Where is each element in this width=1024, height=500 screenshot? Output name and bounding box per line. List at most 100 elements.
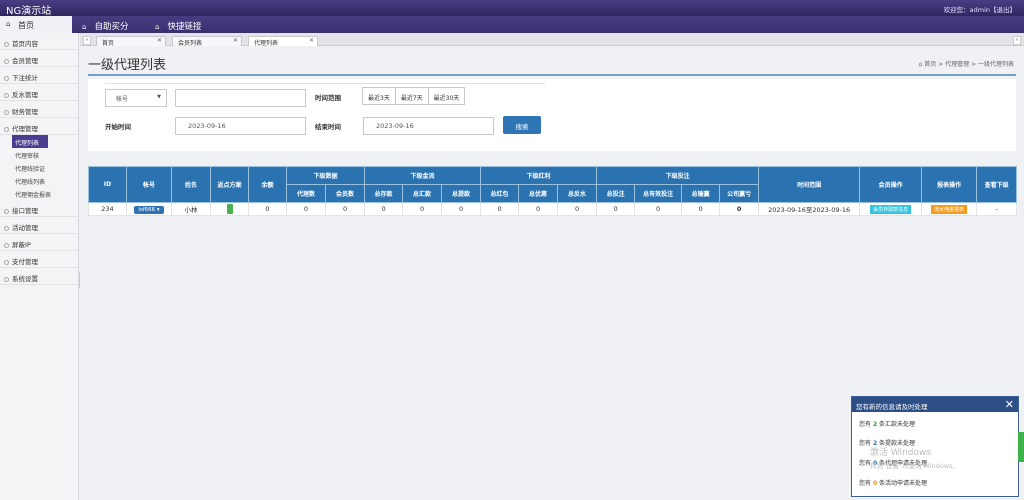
- sidebar-item-api[interactable]: 接口管理: [0, 200, 78, 217]
- notification-header: 您有新的信息请及时处理 ✕: [852, 397, 1018, 412]
- col-header-id: ID: [88, 166, 127, 203]
- sidebar-item-bet-stats[interactable]: 下注统计: [0, 67, 78, 84]
- keyword-input[interactable]: [175, 89, 306, 107]
- cell-bets: 0: [596, 202, 636, 216]
- welcome-text[interactable]: 欢迎您：admin【退出】: [944, 4, 1016, 14]
- sidebar-item-label: 屏蔽IP: [12, 241, 31, 249]
- col-header-member-ops: 会员操作: [859, 166, 923, 203]
- sidebar-subitem-agent-verify[interactable]: 代理线验证: [0, 161, 78, 174]
- tab-scroll-right-icon[interactable]: »: [1013, 36, 1021, 45]
- col-header-view-sub: 查看下级: [976, 166, 1018, 203]
- cell-view-sub: -: [976, 202, 1018, 216]
- circle-icon: [4, 110, 9, 115]
- nav-label: 快捷链接: [167, 22, 202, 32]
- col-group-sub-funds: 下级金流: [364, 166, 482, 185]
- circle-icon: [4, 127, 9, 132]
- cell-deposit: 0: [364, 202, 404, 216]
- close-icon[interactable]: ✕: [1005, 398, 1014, 411]
- account-dropdown-button[interactable]: lsf666 ▾: [134, 205, 164, 214]
- sidebar-item-label: 支付管理: [12, 258, 38, 266]
- breadcrumb-item[interactable]: 首页: [924, 61, 936, 68]
- close-icon[interactable]: ✕: [309, 37, 314, 44]
- cell-agents: 0: [286, 202, 326, 216]
- sidebar-item-settings[interactable]: 系统设置: [0, 268, 78, 285]
- cell-rebate: 0: [557, 202, 598, 216]
- nav-quick-links[interactable]: ⌂ 快捷链接: [155, 20, 201, 32]
- windows-activation-hint: 转到"设置"以激活 Windows。: [870, 462, 960, 470]
- chevron-down-icon: ▾: [156, 206, 160, 213]
- cell-account: lsf666 ▾: [126, 202, 172, 216]
- rebate-plan-button[interactable]: [226, 204, 233, 214]
- search-button[interactable]: 搜索: [503, 116, 541, 134]
- sidebar: 首页内容 会员管理 下注统计 反水管理 财务管理 代理管理 代理列表 代理审核 …: [0, 33, 79, 500]
- start-time-label: 开始时间: [105, 123, 131, 131]
- tab-member-list[interactable]: 会员列表 ✕: [172, 36, 242, 47]
- windows-activation-watermark: 激活 Windows: [870, 448, 932, 458]
- sidebar-subitem-agent-lines[interactable]: 代理线列表: [0, 174, 78, 187]
- notification-text: 您有: [859, 421, 872, 428]
- tab-agent-list[interactable]: 代理列表 ✕: [248, 36, 318, 47]
- col-header-promo: 总优惠: [518, 184, 559, 203]
- sidebar-item-finance[interactable]: 财务管理: [0, 101, 78, 118]
- tab-scroll-left-icon[interactable]: «: [83, 36, 91, 45]
- sidebar-item-activities[interactable]: 活动管理: [0, 217, 78, 234]
- start-date-input[interactable]: 2023-09-16: [175, 117, 306, 135]
- home-icon: ⌂: [6, 20, 11, 28]
- circle-icon: [4, 226, 9, 231]
- search-panel: 帐号 ▼ 时间范围 最近3天 最近7天 最近30天 开始时间 2023-09-1…: [88, 79, 1016, 151]
- sidebar-item-agents[interactable]: 代理管理: [0, 118, 78, 135]
- nav-self-buy[interactable]: ⌂ 自助买分: [82, 20, 128, 32]
- home-icon: ⌂: [82, 23, 87, 31]
- cell-remit: 0: [402, 202, 443, 216]
- chevron-down-icon: ▼: [157, 94, 161, 100]
- time-range-label: 时间范围: [315, 94, 341, 102]
- cell-members: 0: [324, 202, 366, 216]
- table-row: 234 lsf666 ▾ 小林 0 0 0 0 0 0 0 0 0 0 0 0 …: [88, 202, 1018, 216]
- nav-home-label: 首页: [18, 21, 34, 30]
- title-divider: [88, 74, 1016, 76]
- range-7-days-button[interactable]: 最近7天: [394, 87, 429, 105]
- sidebar-subitem-agent-list[interactable]: 代理列表: [12, 135, 48, 148]
- account-label: lsf666: [138, 206, 156, 213]
- col-header-members: 会员数: [324, 184, 366, 203]
- tab-home[interactable]: 首页 ✕: [96, 36, 166, 47]
- field-select-value: 帐号: [116, 96, 129, 103]
- close-icon[interactable]: ✕: [157, 37, 162, 44]
- circle-icon: [4, 76, 9, 81]
- nav-home-tab[interactable]: ⌂ 首页: [0, 16, 72, 33]
- page-title: 一级代理列表: [88, 58, 167, 73]
- sidebar-item-block-ip[interactable]: 屏蔽IP: [0, 234, 78, 251]
- field-select[interactable]: 帐号 ▼: [105, 89, 167, 107]
- side-float-tab[interactable]: [1018, 432, 1024, 462]
- cell-rebate-plan: [210, 202, 249, 216]
- divider: [105, 83, 545, 84]
- sidebar-item-label: 首页内容: [12, 40, 38, 48]
- col-header-rebate: 总反水: [557, 184, 598, 203]
- notification-item-activity-apply[interactable]: 您有 0 条活动申请未处理: [859, 478, 927, 487]
- close-icon[interactable]: ✕: [233, 37, 238, 44]
- sidebar-item-members[interactable]: 会员管理: [0, 50, 78, 67]
- circle-icon: [4, 59, 9, 64]
- sidebar-item-home-content[interactable]: 首页内容: [0, 33, 78, 50]
- range-30-days-button[interactable]: 最近30天: [427, 87, 466, 105]
- sidebar-subitem-agent-commission[interactable]: 代理佣金报表: [0, 187, 78, 200]
- cell-valid-bets: 0: [634, 202, 683, 216]
- commission-report-button[interactable]: 流水佣金报表: [931, 204, 968, 214]
- cell-member-ops: 会员存取款信息: [859, 202, 923, 216]
- sidebar-subitem-agent-review[interactable]: 代理审核: [0, 148, 78, 161]
- sidebar-item-payment[interactable]: 支付管理: [0, 251, 78, 268]
- breadcrumb-item[interactable]: 代理管理: [945, 61, 969, 68]
- member-funds-button[interactable]: 会员存取款信息: [870, 204, 912, 214]
- top-header: NG演示站 欢迎您：admin【退出】: [0, 0, 1024, 17]
- col-header-valid-bets: 总有效投注: [634, 184, 683, 203]
- notification-item-remit[interactable]: 您有 2 条汇款未处理: [859, 419, 915, 428]
- col-header-rebate-plan: 返点方案: [210, 166, 249, 203]
- sidebar-item-label: 代理管理: [12, 125, 38, 133]
- notification-count: 2: [872, 421, 878, 428]
- sidebar-item-rebate[interactable]: 反水管理: [0, 84, 78, 101]
- cell-redpack: 0: [480, 202, 520, 216]
- end-date-input[interactable]: 2023-09-16: [363, 117, 494, 135]
- range-3-days-button[interactable]: 最近3天: [362, 87, 396, 105]
- col-header-winloss: 总输赢: [681, 184, 721, 203]
- circle-icon: [4, 243, 9, 248]
